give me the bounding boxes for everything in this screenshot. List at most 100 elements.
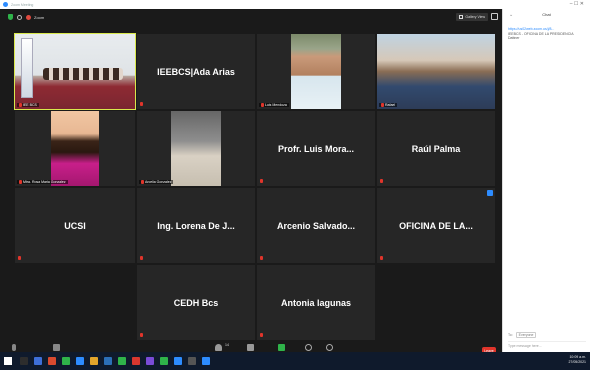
taskbar-app-icon[interactable] <box>174 357 182 365</box>
info-icon[interactable] <box>17 14 22 20</box>
microphone-muted-icon <box>260 256 263 260</box>
participants-count: 14 <box>225 343 229 347</box>
participant-name: OFICINA DE LA... <box>399 220 473 231</box>
participant-name-text: Rafael <box>385 103 396 107</box>
video-tile[interactable]: Arcelia Gonzalez <box>137 111 255 186</box>
participant-name-label: Luis Mendoza <box>259 103 289 107</box>
taskbar-app-icon[interactable] <box>104 357 112 365</box>
chevron-down-icon[interactable]: ⌄ <box>509 12 513 18</box>
microphone-muted-icon <box>140 256 143 260</box>
window-controls[interactable]: – ☐ ✕ <box>570 1 584 7</box>
video-tile[interactable]: Rafael <box>377 34 495 109</box>
chat-header: ⌄ Chat <box>503 12 590 22</box>
taskbar-app-icon[interactable] <box>188 357 196 365</box>
taskbar-app-icon[interactable] <box>34 357 42 365</box>
taskbar-app-icon[interactable] <box>118 357 126 365</box>
microphone-muted-icon <box>260 179 263 183</box>
participant-name: Arcenio Salvado... <box>276 220 356 231</box>
video-tile[interactable]: Luis Mendoza <box>257 34 375 109</box>
microphone-muted-icon <box>260 333 263 337</box>
chat-to-label: To: <box>508 333 513 337</box>
recording-icon <box>26 14 31 20</box>
participant-name-label: IEE BCS <box>17 103 39 107</box>
microphone-muted-icon <box>18 256 21 260</box>
search-icon[interactable] <box>20 357 28 365</box>
pin-icon[interactable] <box>487 190 493 196</box>
zoom-taskbar-icon[interactable] <box>202 357 210 365</box>
view-button-label: Gallery View <box>465 15 485 19</box>
taskbar-app-icon[interactable] <box>76 357 84 365</box>
taskbar-app-icon[interactable] <box>160 357 168 365</box>
participant-name-label: Arcelia Gonzalez <box>139 180 174 184</box>
window-titlebar: Zoom Meeting – ☐ ✕ <box>0 0 590 9</box>
microphone-muted-icon <box>140 102 143 106</box>
zoom-app-icon <box>3 2 8 7</box>
gallery-grid-icon <box>459 15 464 19</box>
chat-icon <box>247 344 255 351</box>
video-tile[interactable]: UCSI <box>15 188 135 263</box>
video-tile[interactable]: Ing. Lorena De J... <box>137 188 255 263</box>
participants-icon <box>214 344 222 351</box>
reactions-icon <box>326 344 334 351</box>
windows-start-icon[interactable] <box>4 357 12 365</box>
microphone-muted-icon <box>140 333 143 337</box>
chat-recipient-select[interactable]: Everyone <box>515 332 537 338</box>
microphone-muted-icon <box>19 180 22 184</box>
video-off-icon <box>53 344 61 351</box>
record-icon <box>305 344 313 351</box>
participant-name: UCSI <box>64 220 86 231</box>
microphone-muted-icon <box>261 103 264 107</box>
participant-video <box>291 34 341 109</box>
video-tile[interactable]: Profr. Luis Mora... <box>257 111 375 186</box>
system-tray-clock[interactable]: 10:09 a.m. 27/05/2021 <box>568 355 586 365</box>
taskbar-app-icon[interactable] <box>62 357 70 365</box>
video-tile[interactable]: Raúl Palma <box>377 111 495 186</box>
chat-message-sender: Dattner <box>508 36 520 40</box>
microphone-muted-icon <box>380 256 383 260</box>
participant-name: Ing. Lorena De J... <box>157 220 235 231</box>
participant-video <box>15 34 135 109</box>
chat-recipient: To: Everyone <box>508 332 537 338</box>
microphone-muted-icon <box>381 103 384 107</box>
chat-panel: ⌄ Chat https://us02web.zoom.us/j/8... IE… <box>502 9 590 352</box>
microphone-muted-icon <box>380 179 383 183</box>
fullscreen-icon[interactable] <box>491 13 498 20</box>
security-shield-icon[interactable] <box>8 14 13 20</box>
taskbar-app-icon[interactable] <box>132 357 140 365</box>
microphone-muted-icon <box>19 103 22 107</box>
video-tile[interactable]: Arcenio Salvado... <box>257 188 375 263</box>
video-tile[interactable]: Antonia lagunas <box>257 265 375 340</box>
microphone-muted-icon <box>12 344 17 351</box>
participant-name-label: Rafael <box>379 103 398 107</box>
chat-message: https://us02web.zoom.us/j/8... IEEBCS - … <box>508 27 586 41</box>
meeting-label: Zoom <box>34 14 45 20</box>
window-title: Zoom Meeting <box>11 2 34 7</box>
video-tile[interactable]: CEDH Bcs <box>137 265 255 340</box>
video-tile[interactable]: OFICINA DE LA... <box>377 188 495 263</box>
meeting-area: Zoom Gallery View IEE BCS IEEBCS|Ada Aria… <box>0 9 502 361</box>
taskbar-app-icon[interactable] <box>146 357 154 365</box>
participant-name-text: Arcelia Gonzalez <box>145 180 172 184</box>
participant-name: IEEBCS|Ada Arias <box>157 66 235 77</box>
participant-name-label: Mtra. Rosa Maria Gonzalez <box>17 180 68 184</box>
people-image <box>43 68 123 80</box>
participant-name: Raúl Palma <box>411 143 461 154</box>
view-button[interactable]: Gallery View <box>456 13 488 21</box>
clock-date: 27/05/2021 <box>568 360 586 364</box>
video-tile[interactable]: Mtra. Rosa Maria Gonzalez <box>15 111 135 186</box>
video-tile[interactable]: IEEBCS|Ada Arias <box>137 34 255 109</box>
taskbar-app-icon[interactable] <box>90 357 98 365</box>
meeting-topbar: Zoom <box>0 9 502 25</box>
participant-video <box>171 111 221 186</box>
participant-name-text: Mtra. Rosa Maria Gonzalez <box>23 180 66 184</box>
participant-name-text: IEE BCS <box>23 103 37 107</box>
share-screen-icon <box>278 344 286 351</box>
banner-image <box>21 38 33 98</box>
chat-input[interactable]: Type message here... <box>508 341 586 349</box>
microphone-muted-icon <box>141 180 144 184</box>
participant-video <box>51 111 99 186</box>
video-tile[interactable]: IEE BCS <box>14 33 136 110</box>
taskbar-app-icon[interactable] <box>48 357 56 365</box>
participant-name: Profr. Luis Mora... <box>277 143 354 154</box>
participant-name: CEDH Bcs <box>173 297 219 308</box>
